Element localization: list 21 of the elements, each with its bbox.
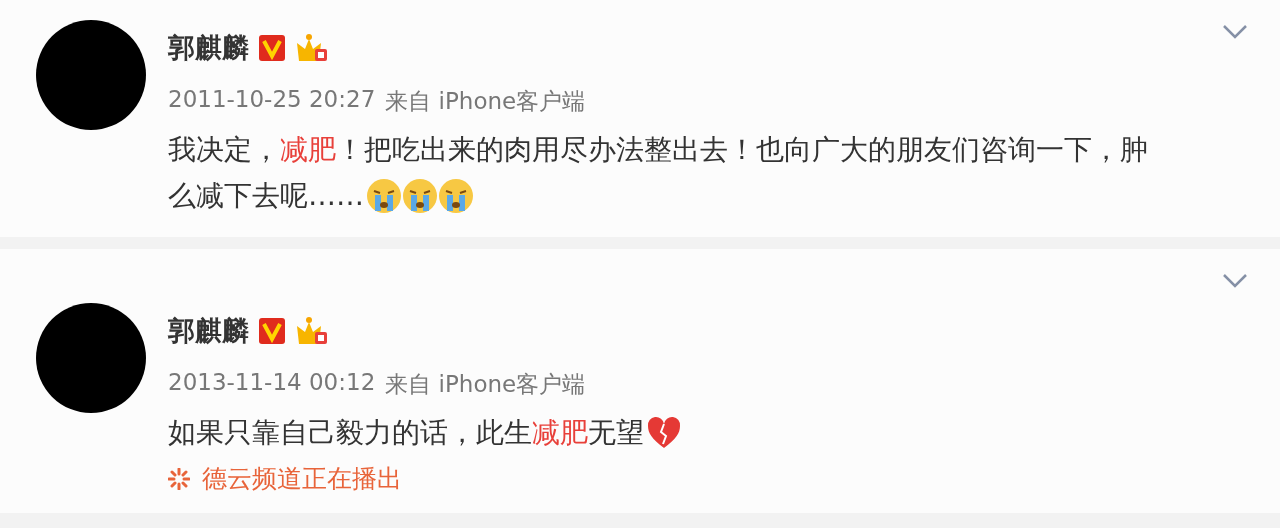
verified-badge-icon bbox=[259, 318, 285, 344]
crying-emoji-icon bbox=[438, 178, 474, 214]
chevron-down-icon[interactable] bbox=[1222, 273, 1248, 289]
post-source[interactable]: 来自 iPhone客户端 bbox=[385, 86, 586, 117]
author-name[interactable]: 郭麒麟 bbox=[168, 30, 249, 66]
chevron-down-icon[interactable] bbox=[1222, 24, 1248, 40]
author-name[interactable]: 郭麒麟 bbox=[168, 313, 249, 349]
live-icon bbox=[168, 467, 190, 490]
post-text-line: 我决定，减肥！把吃出来的肉用尽办法整出去！也向广大的朋友们咨询一下，肿 bbox=[168, 132, 1148, 168]
post-text-line: 如果只靠自己毅力的话，此生减肥无望 bbox=[168, 415, 644, 451]
live-broadcast-link[interactable]: 德云频道正在播出 bbox=[202, 462, 402, 495]
post-text-line: 么减下去呢…… bbox=[168, 178, 364, 214]
crown-badge-icon bbox=[295, 316, 329, 346]
post-time: 2013-11-14 00:12 bbox=[168, 369, 376, 397]
post-source[interactable]: 来自 iPhone客户端 bbox=[385, 369, 586, 400]
crown-badge-icon bbox=[295, 33, 329, 63]
post-time: 2011-10-25 20:27 bbox=[168, 86, 376, 114]
crying-emoji-icon bbox=[402, 178, 438, 214]
crying-emoji-icon bbox=[366, 178, 402, 214]
broken-heart-icon bbox=[646, 415, 682, 451]
verified-badge-icon bbox=[259, 35, 285, 61]
